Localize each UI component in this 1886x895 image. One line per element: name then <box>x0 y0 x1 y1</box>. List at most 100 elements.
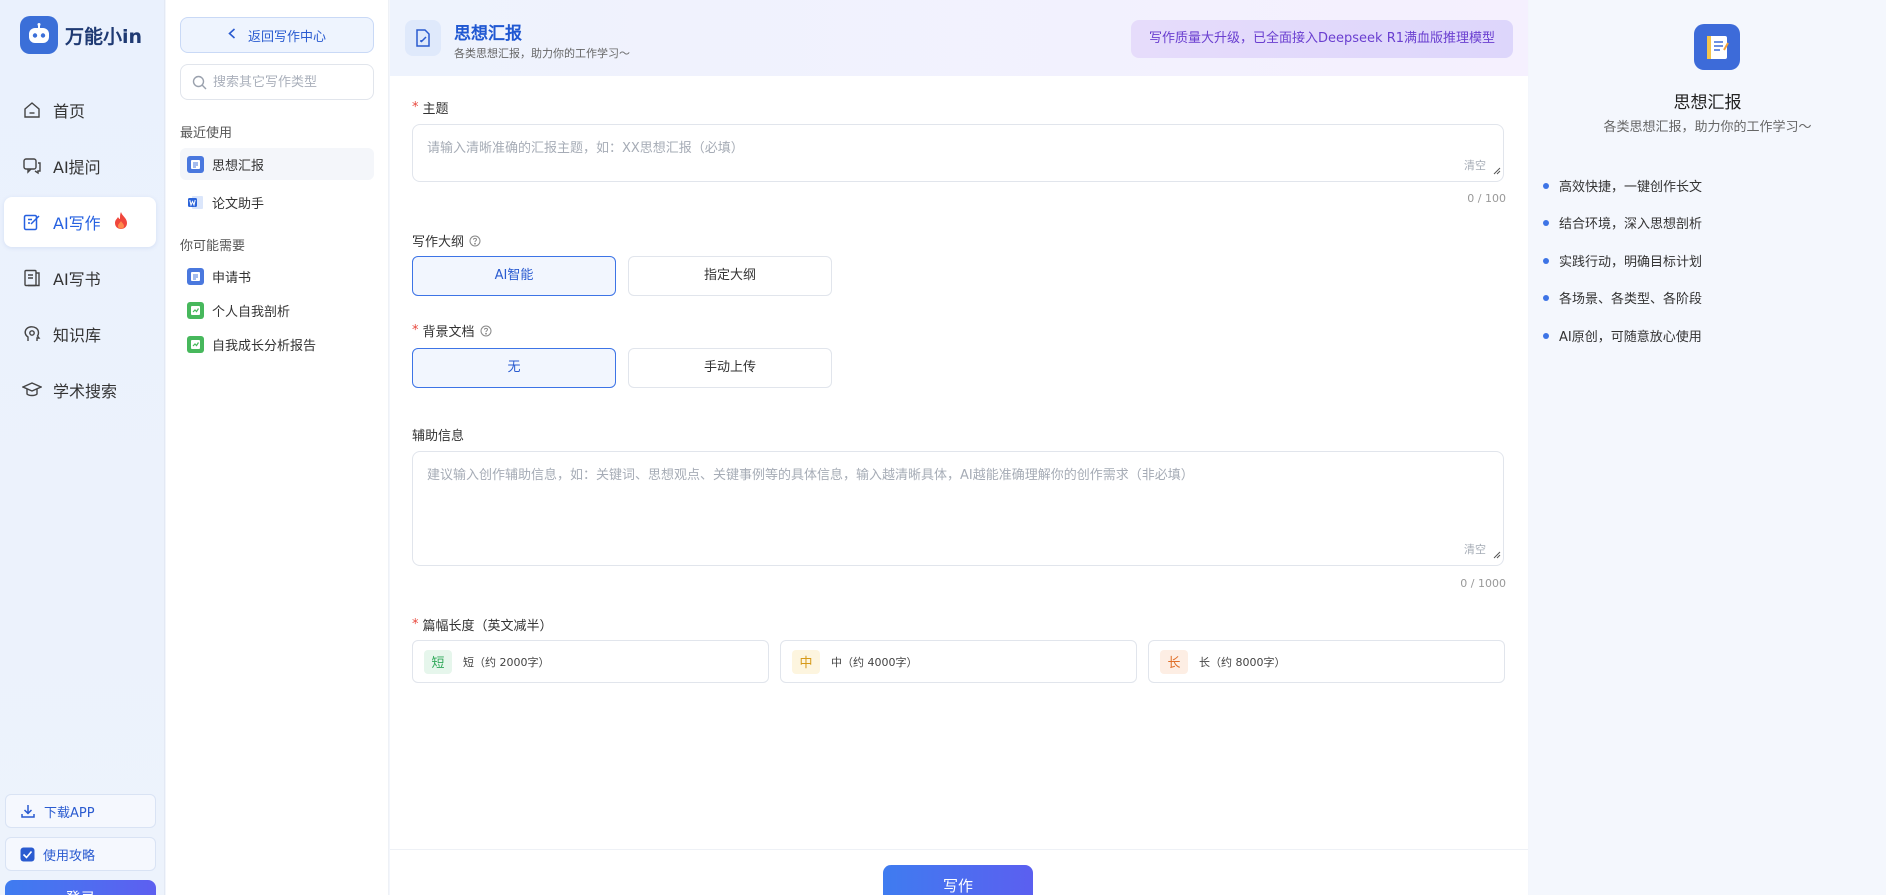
length-option-long[interactable]: 长 长（约 8000字） <box>1148 640 1505 683</box>
resize-handle-icon[interactable] <box>1493 547 1501 563</box>
guide-button[interactable]: 使用攻略 <box>5 837 156 871</box>
length-option-medium[interactable]: 中 中（约 4000字） <box>780 640 1137 683</box>
background-option-upload[interactable]: 手动上传 <box>628 348 832 388</box>
aux-info-label: 辅助信息 <box>412 425 464 444</box>
feature-item: 各场景、各类型、各阶段 <box>1543 288 1702 307</box>
fire-icon <box>113 211 129 234</box>
feature-text: 结合环境，深入思想剖析 <box>1559 217 1703 232</box>
feature-text: AI原创，可随意放心使用 <box>1559 330 1702 345</box>
nav-item-ai-write[interactable]: AI写作 <box>4 197 156 247</box>
form-header: 思想汇报 各类思想汇报，助力你的工作学习～ 写作质量大升级，已全面接入Deeps… <box>390 0 1528 76</box>
outline-option-ai[interactable]: AI智能 <box>412 256 616 296</box>
help-icon[interactable] <box>480 325 492 337</box>
nav-item-label: AI写作 <box>53 214 101 233</box>
aux-info-label-text: 辅助信息 <box>412 429 465 444</box>
feature-item: 结合环境，深入思想剖析 <box>1543 213 1702 232</box>
nav-item-label: AI写书 <box>53 270 101 289</box>
page-subtitle: 各类思想汇报，助力你的工作学习～ <box>454 47 630 60</box>
feature-item: 实践行动，明确目标计划 <box>1543 251 1702 270</box>
length-tag: 中 <box>792 649 820 674</box>
chevron-left-icon <box>228 27 236 43</box>
nav-item-label: AI提问 <box>53 158 101 177</box>
outline-option-custom[interactable]: 指定大纲 <box>628 256 832 296</box>
aux-info-field[interactable]: 清空 <box>412 451 1504 566</box>
nav-item-label: 知识库 <box>53 326 102 345</box>
length-option-short[interactable]: 短 短（约 2000字） <box>412 640 769 683</box>
maybe-item-growth-report[interactable]: 自我成长分析报告 <box>180 328 374 360</box>
nav-item-ai-book[interactable]: AI写书 <box>4 253 156 303</box>
topic-clear-button[interactable]: 清空 <box>1464 157 1486 173</box>
length-text: 中（约 4000字） <box>831 655 918 669</box>
edit-icon <box>22 212 42 232</box>
word-doc-icon <box>187 193 204 211</box>
bullet-icon <box>1543 219 1549 226</box>
length-label-text: 篇幅长度（英文减半） <box>422 619 553 634</box>
length-tag: 长 <box>1160 649 1188 674</box>
feature-item: 高效快捷，一键创作长文 <box>1543 176 1702 195</box>
outline-label-text: 写作大纲 <box>412 235 465 250</box>
recent-item-thesis-assistant[interactable]: 论文助手 <box>180 186 374 218</box>
help-icon[interactable] <box>469 235 481 247</box>
nav-item-label: 首页 <box>53 102 86 121</box>
maybe-item-label: 个人自我剖析 <box>212 304 291 320</box>
feature-text: 各场景、各类型、各阶段 <box>1559 292 1703 307</box>
aux-info-input[interactable] <box>413 452 1503 565</box>
background-option-none[interactable]: 无 <box>412 348 616 388</box>
topic-field[interactable]: 清空 <box>412 124 1504 182</box>
footer-divider <box>390 849 1528 850</box>
bullet-icon <box>1543 182 1549 189</box>
bullet-icon <box>1543 294 1549 301</box>
nav-item-ai-ask[interactable]: AI提问 <box>4 141 156 191</box>
maybe-item-application[interactable]: 申请书 <box>180 260 374 292</box>
maybe-section-title: 你可能需要 <box>180 239 246 254</box>
green-doc-icon <box>187 301 204 319</box>
edit-document-icon <box>405 20 441 56</box>
nav-item-academic-search[interactable]: 学术搜索 <box>4 365 156 415</box>
topic-input[interactable] <box>413 125 1503 181</box>
info-subtitle: 各类思想汇报，助力你的工作学习～ <box>1603 120 1812 135</box>
report-book-icon <box>1694 24 1740 70</box>
info-title: 思想汇报 <box>1673 93 1742 113</box>
writing-type-search-input[interactable] <box>213 74 363 90</box>
nav-item-label: 学术搜索 <box>53 382 118 401</box>
recent-item-label: 思想汇报 <box>212 158 265 174</box>
app-logo[interactable]: 万能小in <box>20 16 142 54</box>
write-submit-button[interactable]: 写作 <box>883 865 1033 895</box>
maybe-item-label: 自我成长分析报告 <box>212 338 317 354</box>
login-button[interactable]: 登录 <box>5 880 156 895</box>
topic-char-counter: 0 / 100 <box>1467 192 1506 205</box>
recent-item-label: 论文助手 <box>212 196 265 212</box>
aux-clear-button[interactable]: 清空 <box>1464 541 1486 557</box>
document-icon <box>187 267 204 285</box>
writing-type-panel: 返回写作中心 最近使用 思想汇报 论文助手 你可能需要 申请书 个人自我剖析 自… <box>166 0 389 895</box>
main-nav: 万能小in 首页 AI提问 AI写作 AI写书 知识库 学术搜索 下载APP 使… <box>0 0 165 895</box>
aux-char-counter: 0 / 1000 <box>1460 577 1506 590</box>
promo-banner[interactable]: 写作质量大升级，已全面接入Deepseek R1满血版推理模型 <box>1131 20 1513 58</box>
recent-item-thought-report[interactable]: 思想汇报 <box>180 148 374 180</box>
back-label: 返回写作中心 <box>247 29 326 45</box>
bullet-icon <box>1543 332 1549 339</box>
download-app-label: 下载APP <box>44 805 95 821</box>
home-icon <box>22 100 42 120</box>
chat-icon <box>22 156 42 176</box>
app-name: 万能小in <box>65 25 143 48</box>
nav-item-knowledge[interactable]: 知识库 <box>4 309 156 359</box>
background-doc-label: * 背景文档 <box>412 321 492 340</box>
info-panel: 思想汇报 各类思想汇报，助力你的工作学习～ 高效快捷，一键创作长文 结合环境，深… <box>1529 0 1886 895</box>
length-text: 短（约 2000字） <box>463 655 550 669</box>
back-to-writing-center-button[interactable]: 返回写作中心 <box>180 17 374 53</box>
required-mark: * <box>412 323 419 338</box>
search-icon <box>192 75 207 90</box>
outline-label: 写作大纲 <box>412 231 481 250</box>
nav-item-home[interactable]: 首页 <box>4 85 156 135</box>
writing-type-search[interactable] <box>180 64 374 100</box>
page-title: 思想汇报 <box>454 24 522 44</box>
topic-label-text: 主题 <box>422 102 449 117</box>
maybe-item-self-analysis[interactable]: 个人自我剖析 <box>180 294 374 326</box>
resize-handle-icon[interactable] <box>1493 163 1501 179</box>
checkbox-icon <box>20 847 35 862</box>
recent-section-title: 最近使用 <box>180 126 233 141</box>
feature-text: 高效快捷，一键创作长文 <box>1559 180 1703 195</box>
length-text: 长（约 8000字） <box>1199 655 1286 669</box>
download-app-button[interactable]: 下载APP <box>5 794 156 828</box>
